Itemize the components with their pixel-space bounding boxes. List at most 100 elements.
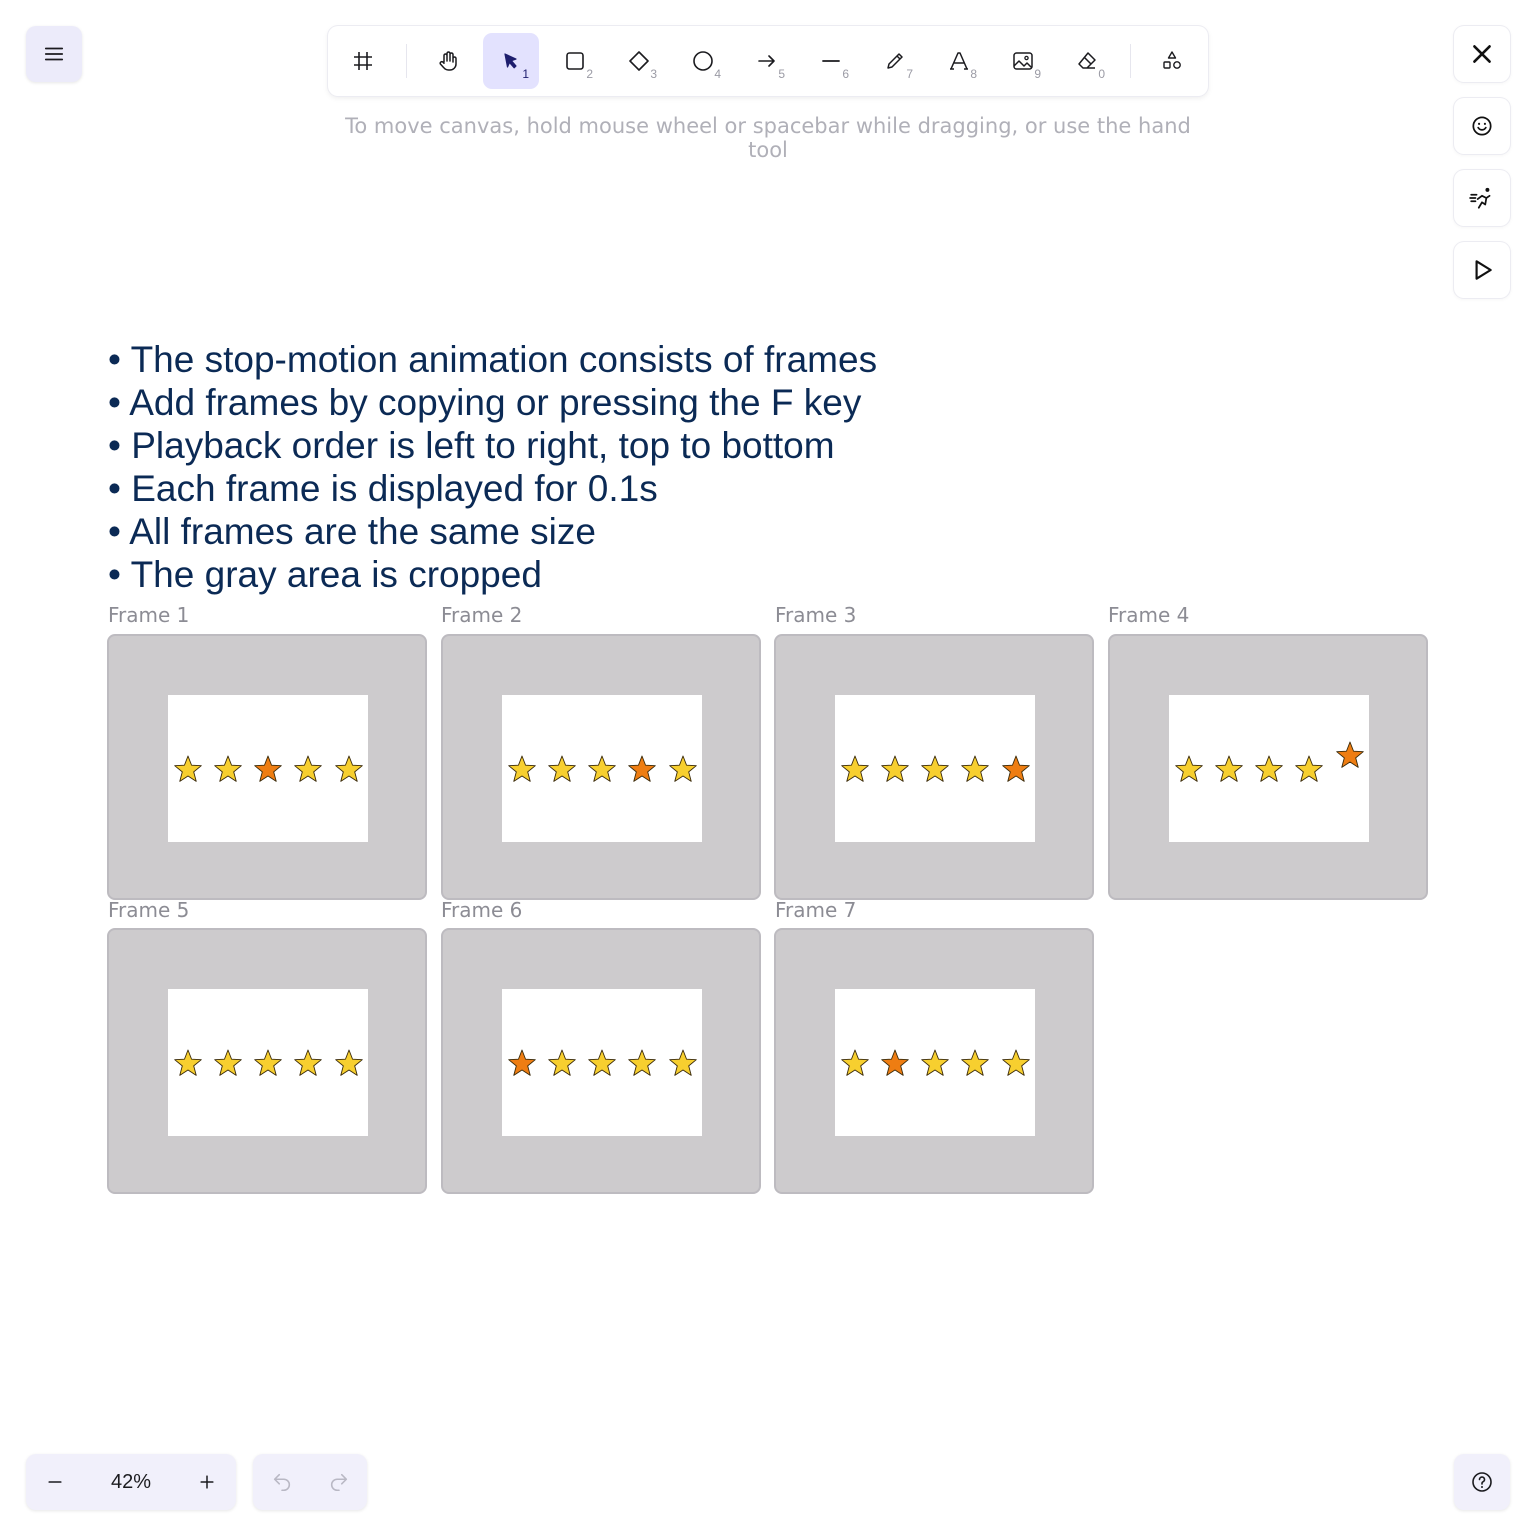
more-shapes-tool[interactable] bbox=[1144, 33, 1200, 89]
ellipse-tool[interactable]: 4 bbox=[675, 33, 731, 89]
star-highlighted bbox=[881, 1049, 909, 1076]
star bbox=[254, 1049, 282, 1076]
plus-icon bbox=[200, 1475, 214, 1489]
undo-icon[interactable] bbox=[271, 1471, 293, 1493]
frame-content bbox=[502, 695, 702, 842]
frame-label: Frame 4 bbox=[1108, 603, 1190, 627]
star bbox=[669, 1049, 697, 1076]
frame-content bbox=[168, 989, 368, 1136]
play-button[interactable] bbox=[1454, 242, 1510, 298]
instructions-text: The stop-motion animation consists of fr… bbox=[108, 338, 877, 596]
frame-icon bbox=[354, 52, 372, 70]
eraser-icon bbox=[1078, 52, 1096, 69]
tool-shortcut: 4 bbox=[714, 67, 721, 81]
star bbox=[588, 755, 616, 782]
tool-shortcut: 9 bbox=[1034, 67, 1041, 81]
animation-button[interactable] bbox=[1454, 170, 1510, 226]
star bbox=[294, 755, 322, 782]
star-highlighted bbox=[254, 755, 282, 782]
star bbox=[921, 755, 949, 782]
zoom-out-button[interactable] bbox=[40, 1467, 70, 1497]
frame-label: Frame 5 bbox=[108, 898, 190, 922]
star-row bbox=[1175, 741, 1364, 782]
star-highlighted bbox=[628, 755, 656, 782]
help-button[interactable] bbox=[1454, 1454, 1510, 1510]
star bbox=[921, 1049, 949, 1076]
tool-shortcut: 8 bbox=[970, 67, 977, 81]
frame-6[interactable] bbox=[441, 928, 761, 1194]
star bbox=[628, 1049, 656, 1076]
frame-1[interactable] bbox=[107, 634, 427, 900]
bullet-item: Playback order is left to right, top to … bbox=[108, 424, 877, 467]
star bbox=[841, 1049, 869, 1076]
frame-2[interactable] bbox=[441, 634, 761, 900]
star bbox=[841, 755, 869, 782]
frame-content bbox=[1169, 695, 1369, 842]
frame-5[interactable] bbox=[107, 928, 427, 1194]
tool-shortcut: 0 bbox=[1098, 67, 1105, 81]
text-tool[interactable]: 8 bbox=[931, 33, 987, 89]
hamburger-icon bbox=[44, 47, 64, 61]
star bbox=[961, 1049, 989, 1076]
frame-tool[interactable] bbox=[335, 33, 391, 89]
hand-tool[interactable] bbox=[420, 33, 476, 89]
close-icon bbox=[1473, 45, 1491, 63]
frame-label: Frame 1 bbox=[108, 603, 190, 627]
image-tool[interactable]: 9 bbox=[995, 33, 1051, 89]
star bbox=[174, 1049, 202, 1076]
frame-content bbox=[502, 989, 702, 1136]
main-toolbar: 1 2 3 4 5 6 7 8 9 0 bbox=[328, 26, 1208, 96]
main-menu-button[interactable] bbox=[26, 26, 82, 82]
star-row bbox=[841, 1049, 1030, 1076]
tool-shortcut: 6 bbox=[842, 67, 849, 81]
running-icon bbox=[1469, 187, 1491, 209]
line-icon bbox=[822, 60, 840, 62]
frame-7[interactable] bbox=[774, 928, 1094, 1194]
arrow-right-icon bbox=[758, 55, 775, 67]
star bbox=[669, 755, 697, 782]
diamond-tool[interactable]: 3 bbox=[611, 33, 667, 89]
star-row bbox=[508, 1049, 697, 1076]
star bbox=[548, 755, 576, 782]
smiley-icon bbox=[1472, 116, 1492, 136]
star bbox=[335, 1049, 363, 1076]
emoji-button[interactable] bbox=[1454, 98, 1510, 154]
arrow-tool[interactable]: 5 bbox=[739, 33, 795, 89]
shapes-icon bbox=[1163, 51, 1181, 69]
frame-label: Frame 2 bbox=[441, 603, 523, 627]
frame-3[interactable] bbox=[774, 634, 1094, 900]
image-icon bbox=[1013, 52, 1033, 70]
star-highlighted bbox=[508, 1049, 536, 1076]
frame-label: Frame 7 bbox=[775, 898, 857, 922]
star-row bbox=[174, 1049, 363, 1076]
star-row bbox=[508, 755, 697, 782]
star bbox=[1175, 755, 1203, 782]
minus-icon bbox=[48, 1481, 62, 1483]
help-icon bbox=[1472, 1472, 1492, 1492]
tool-shortcut: 1 bbox=[522, 67, 529, 81]
zoom-level[interactable]: 42% bbox=[111, 1471, 151, 1494]
eraser-tool[interactable]: 0 bbox=[1059, 33, 1115, 89]
frame-4[interactable] bbox=[1108, 634, 1428, 900]
star bbox=[961, 755, 989, 782]
rectangle-tool[interactable]: 2 bbox=[547, 33, 603, 89]
history-controls bbox=[253, 1454, 367, 1510]
selection-tool[interactable]: 1 bbox=[483, 33, 539, 89]
frame-content bbox=[835, 989, 1035, 1136]
zoom-in-button[interactable] bbox=[192, 1467, 222, 1497]
draw-tool[interactable]: 7 bbox=[867, 33, 923, 89]
close-button[interactable] bbox=[1454, 26, 1510, 82]
star bbox=[174, 755, 202, 782]
line-tool[interactable]: 6 bbox=[803, 33, 859, 89]
star bbox=[294, 1049, 322, 1076]
star bbox=[214, 1049, 242, 1076]
bullet-item: Add frames by copying or pressing the F … bbox=[108, 381, 877, 424]
star-highlighted bbox=[1336, 741, 1364, 768]
star bbox=[881, 755, 909, 782]
redo-icon[interactable] bbox=[328, 1471, 350, 1493]
square-icon bbox=[566, 52, 584, 70]
play-icon bbox=[1475, 260, 1492, 280]
bullet-item: All frames are the same size bbox=[108, 510, 877, 553]
star bbox=[1295, 755, 1323, 782]
canvas-hint: To move canvas, hold mouse wheel or spac… bbox=[345, 114, 1191, 162]
